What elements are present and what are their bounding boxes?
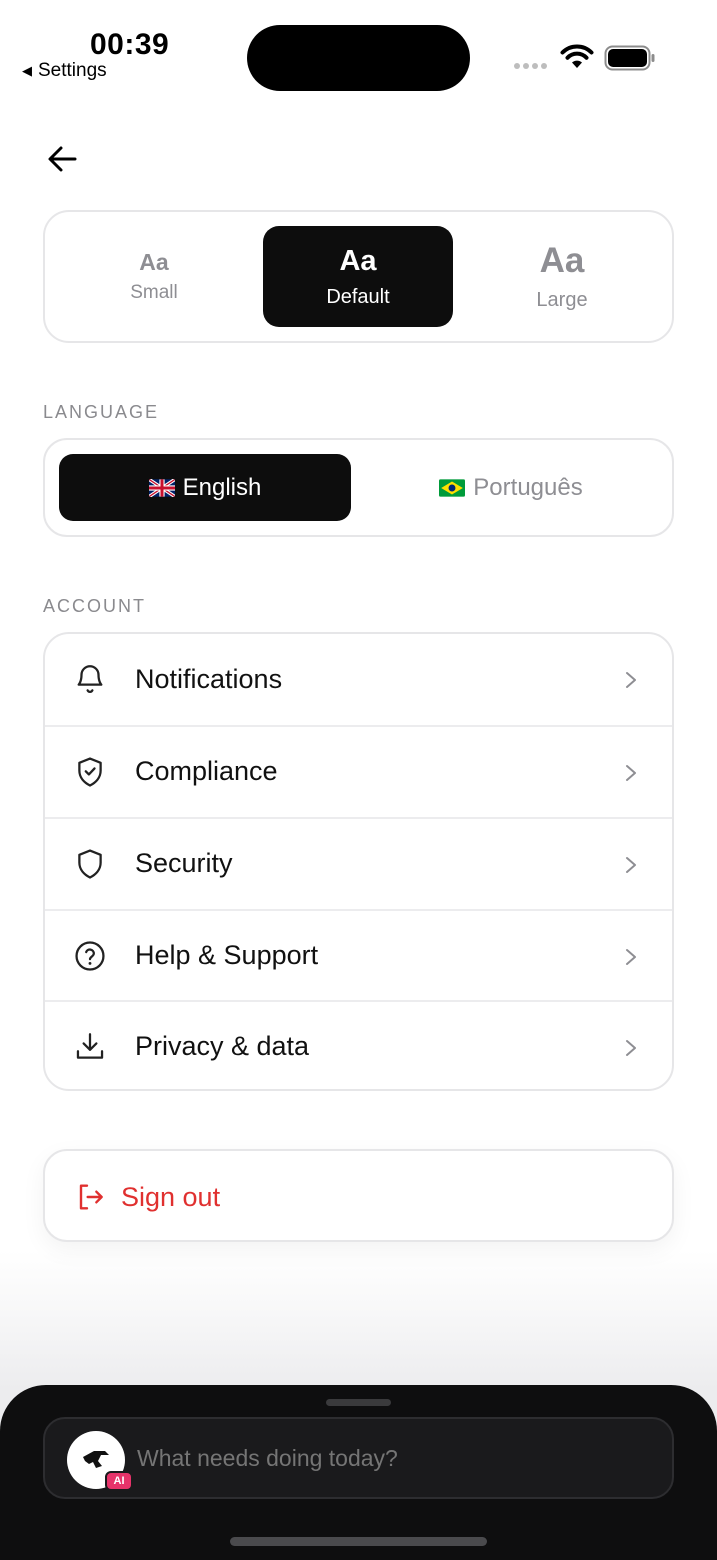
account-item-label: Notifications	[135, 664, 283, 694]
account-item-label: Help & Support	[135, 940, 319, 970]
wifi-icon	[560, 44, 594, 68]
text-size-label: Large	[536, 289, 588, 311]
text-size-large-option[interactable]: Aa Large	[467, 226, 657, 327]
text-size-sample: Aa	[139, 249, 169, 275]
back-to-app-link[interactable]: ◀ Settings	[22, 60, 107, 82]
account-item-notifications[interactable]: Notifications	[45, 634, 672, 725]
sheet-grabber-handle[interactable]	[326, 1399, 391, 1406]
assistant-sheet: AI	[0, 1385, 717, 1560]
account-item-help-support[interactable]: Help & Support	[45, 909, 672, 1000]
shield-icon	[78, 849, 102, 879]
account-item-label: Security	[135, 848, 233, 878]
sign-out-label: Sign out	[121, 1182, 221, 1212]
back-app-label: Settings	[38, 60, 107, 81]
account-item-security[interactable]: Security	[45, 817, 672, 908]
assistant-prompt-input[interactable]	[137, 1445, 637, 1472]
logout-icon	[79, 1184, 103, 1210]
text-size-sample: Aa	[339, 244, 377, 277]
account-item-compliance[interactable]: Compliance	[45, 725, 672, 816]
chevron-right-icon	[626, 765, 636, 781]
chevron-right-icon	[626, 672, 636, 688]
assistant-prompt-bar[interactable]: AI	[43, 1417, 674, 1499]
back-arrow-icon[interactable]	[44, 140, 82, 178]
text-size-default-option[interactable]: Aa Default	[263, 226, 453, 327]
help-circle-icon	[75, 941, 105, 971]
chevron-right-icon	[626, 857, 636, 873]
battery-icon	[604, 45, 655, 71]
account-item-label: Privacy & data	[135, 1031, 310, 1061]
download-icon	[76, 1033, 104, 1059]
bell-icon	[77, 665, 103, 693]
account-item-privacy-data[interactable]: Privacy & data	[45, 1000, 672, 1089]
back-triangle-icon: ◀	[22, 63, 32, 78]
language-portuguese-option[interactable]: Português	[365, 454, 657, 521]
uk-flag-icon	[148, 478, 175, 497]
text-size-small-option[interactable]: Aa Small	[59, 226, 249, 327]
account-section-label: ACCOUNT	[43, 596, 146, 616]
account-item-label: Compliance	[135, 756, 278, 786]
brazil-flag-icon	[439, 478, 466, 497]
text-size-label: Small	[130, 282, 178, 303]
chevron-right-icon	[626, 1040, 636, 1056]
language-label: English	[182, 473, 262, 501]
language-selector: English Português	[43, 438, 674, 537]
status-time: 00:39	[90, 28, 170, 61]
text-size-sample: Aa	[539, 241, 585, 280]
sign-out-button[interactable]: Sign out	[43, 1149, 674, 1242]
text-size-label: Default	[326, 285, 390, 308]
account-list: Notifications Compliance Security Help &…	[43, 632, 674, 1091]
chevron-right-icon	[626, 949, 636, 965]
ai-badge: AI	[105, 1471, 133, 1491]
language-section-label: LANGUAGE	[43, 402, 160, 422]
shield-check-icon	[78, 757, 102, 787]
cellular-signal-icon	[514, 63, 547, 69]
dynamic-island	[247, 25, 470, 91]
language-english-option[interactable]: English	[59, 454, 351, 521]
language-label: Português	[473, 473, 583, 501]
text-size-selector: Aa Small Aa Default Aa Large	[43, 210, 674, 343]
home-indicator[interactable]	[230, 1537, 487, 1546]
